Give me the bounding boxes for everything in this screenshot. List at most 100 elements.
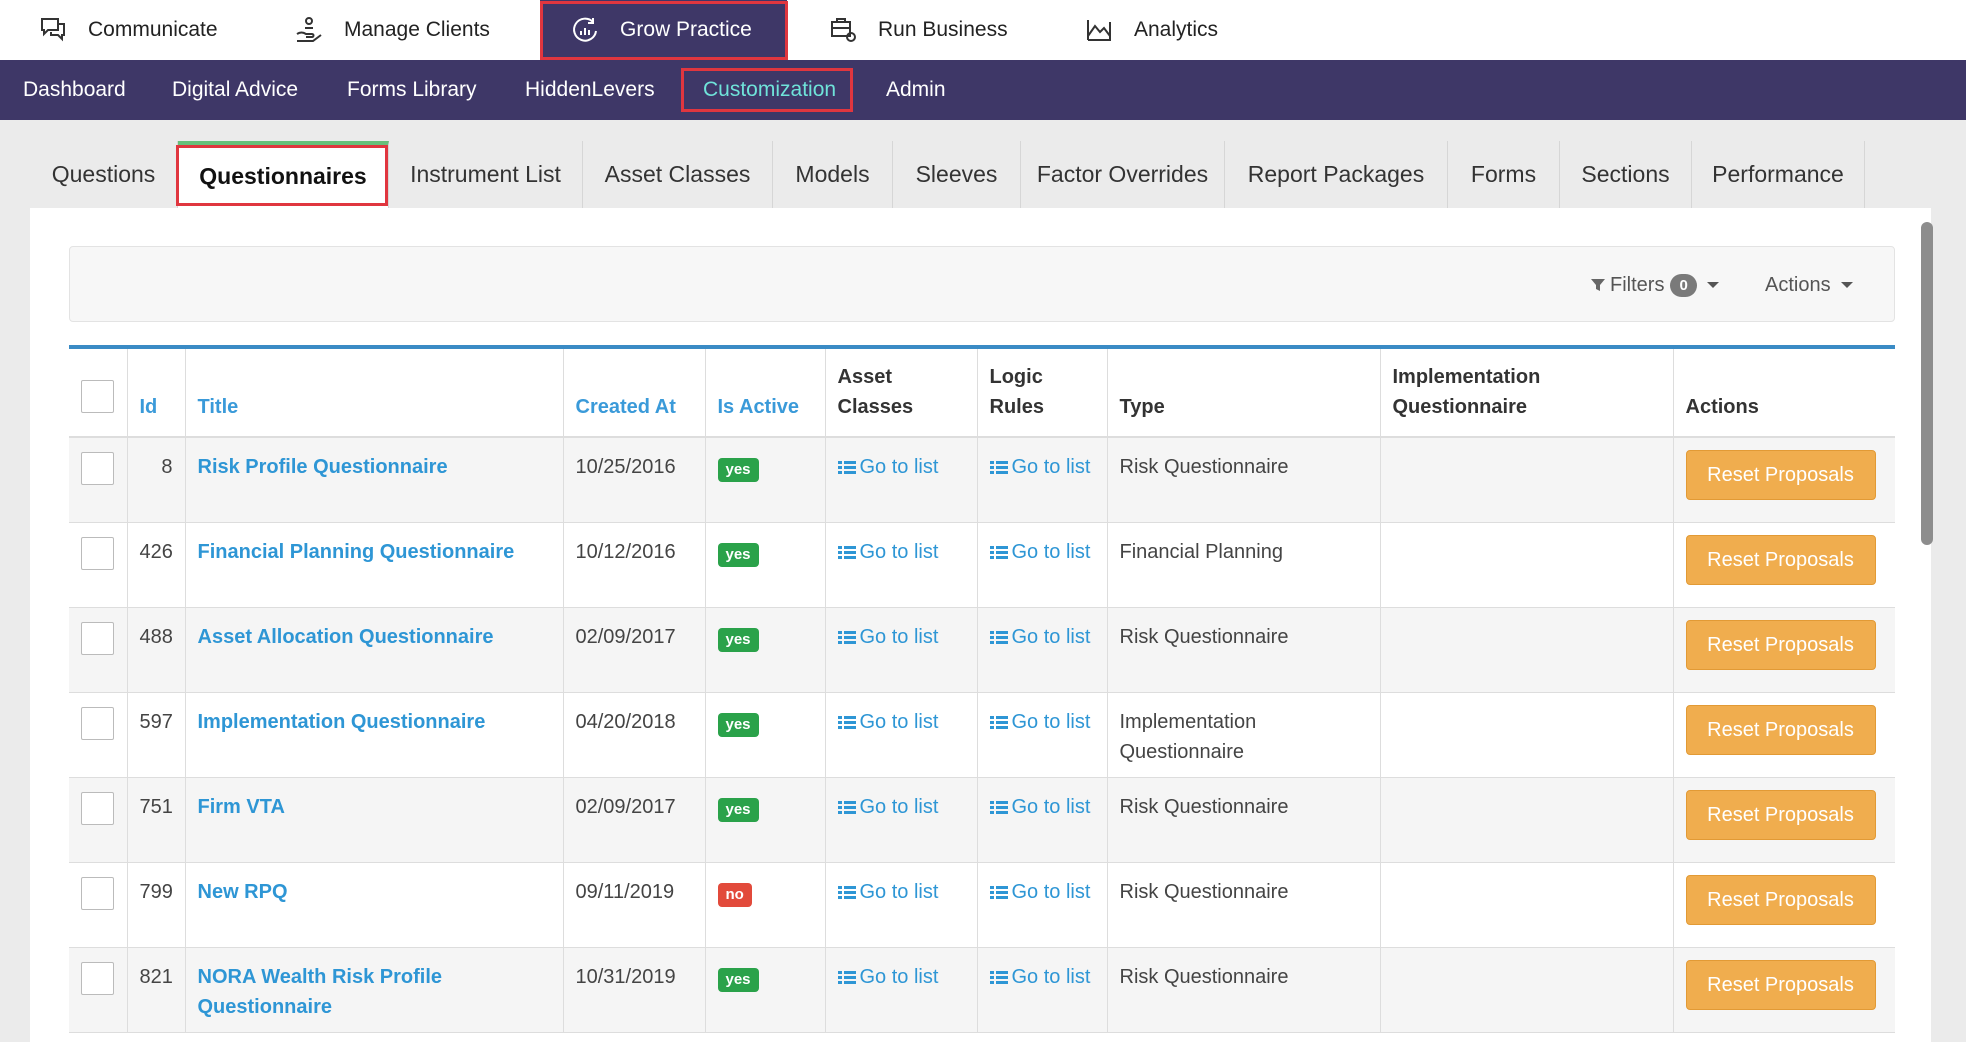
row-asset-classes-cell: Go to list	[825, 777, 978, 863]
row-logic-rules-cell: Go to list	[977, 777, 1108, 863]
top-nav-label: Communicate	[88, 18, 218, 41]
select-all-checkbox[interactable]	[81, 380, 114, 413]
asset-classes-go-to-list-link[interactable]: Go to list	[837, 456, 939, 478]
actions-dropdown[interactable]: Actions	[1765, 247, 1853, 323]
row-actions-cell: Reset Proposals	[1673, 947, 1895, 1033]
row-id: 8	[127, 437, 186, 523]
row-checkbox[interactable]	[81, 621, 114, 655]
select-all-header	[69, 349, 128, 438]
tab-instrument-list[interactable]: Instrument List	[389, 141, 583, 208]
tab-asset-classes[interactable]: Asset Classes	[583, 141, 773, 208]
tab-bar: Questions Questionnaires Instrument List…	[30, 141, 1931, 208]
reset-proposals-button[interactable]: Reset Proposals	[1685, 874, 1876, 925]
sub-nav-admin[interactable]: Admin	[886, 60, 946, 120]
row-logic-rules-cell: Go to list	[977, 522, 1108, 608]
logic-rules-go-to-list-link[interactable]: Go to list	[989, 881, 1090, 903]
questionnaire-title-link[interactable]: Risk Profile Questionnaire	[198, 456, 448, 478]
row-select-cell	[69, 522, 128, 608]
top-nav-analytics[interactable]: Analytics	[1084, 0, 1218, 60]
vertical-scrollbar[interactable]	[1921, 222, 1933, 545]
questionnaire-title-link[interactable]: Financial Planning Questionnaire	[198, 541, 515, 563]
sub-nav-dashboard[interactable]: Dashboard	[23, 60, 126, 120]
top-nav-communicate[interactable]: Communicate	[38, 0, 218, 60]
logic-rules-go-to-list-link[interactable]: Go to list	[989, 456, 1090, 478]
col-header-id[interactable]: Id	[127, 349, 186, 438]
row-checkbox[interactable]	[81, 876, 114, 910]
filters-button[interactable]: Filters 0	[1590, 247, 1719, 323]
top-nav-grow-practice[interactable]: Grow Practice	[540, 0, 787, 60]
tab-performance[interactable]: Performance	[1692, 141, 1865, 208]
go-to-list-label: Go to list	[859, 965, 939, 988]
reset-proposals-button[interactable]: Reset Proposals	[1685, 619, 1876, 670]
list-icon	[837, 455, 856, 485]
asset-classes-go-to-list-link[interactable]: Go to list	[837, 965, 939, 988]
sub-nav-customization[interactable]: Customization	[703, 60, 836, 120]
list-icon	[837, 965, 856, 995]
tab-factor-overrides[interactable]: Factor Overrides	[1021, 141, 1225, 208]
reset-proposals-button[interactable]: Reset Proposals	[1685, 789, 1876, 840]
sub-nav: Dashboard Digital Advice Forms Library H…	[0, 60, 1966, 120]
asset-classes-go-to-list-link[interactable]: Go to list	[837, 881, 938, 903]
logic-rules-go-to-list-link[interactable]: Go to list	[989, 966, 1090, 988]
sub-nav-hiddenlevers[interactable]: HiddenLevers	[525, 60, 655, 120]
logic-rules-go-to-list-link[interactable]: Go to list	[989, 796, 1090, 818]
list-icon	[837, 540, 856, 570]
top-nav-manage-clients[interactable]: Manage Clients	[294, 0, 490, 60]
tab-forms[interactable]: Forms	[1448, 141, 1560, 208]
row-actions-cell: Reset Proposals	[1673, 777, 1895, 863]
list-icon	[989, 965, 1008, 995]
tab-report-packages[interactable]: Report Packages	[1225, 141, 1448, 208]
row-implementation	[1380, 692, 1674, 778]
reset-proposals-button[interactable]: Reset Proposals	[1685, 959, 1876, 1010]
row-created-at: 02/09/2017	[563, 607, 706, 693]
row-logic-rules-cell: Go to list	[977, 692, 1108, 778]
go-to-list-label: Go to list	[1011, 625, 1091, 648]
row-asset-classes-cell: Go to list	[825, 522, 978, 608]
col-header-title[interactable]: Title	[185, 349, 564, 438]
reset-proposals-button[interactable]: Reset Proposals	[1685, 704, 1876, 755]
row-checkbox[interactable]	[81, 961, 114, 995]
col-header-is-active[interactable]: Is Active	[705, 349, 826, 438]
row-checkbox[interactable]	[81, 452, 114, 485]
questionnaire-title-link[interactable]: Firm VTA	[198, 796, 285, 818]
row-title-cell: Implementation Questionnaire	[185, 692, 564, 778]
filter-icon	[1590, 277, 1606, 293]
row-asset-classes-cell: Go to list	[825, 947, 978, 1033]
top-nav-run-business[interactable]: Run Business	[828, 0, 1008, 60]
asset-classes-go-to-list-link[interactable]: Go to list	[837, 711, 938, 733]
sub-nav-digital-advice[interactable]: Digital Advice	[172, 60, 298, 120]
logic-rules-go-to-list-link[interactable]: Go to list	[989, 711, 1090, 733]
asset-classes-go-to-list-link[interactable]: Go to list	[837, 540, 939, 563]
questionnaires-table: Id Title Created At Is Active Asset Clas…	[69, 345, 1895, 1042]
go-to-list-label: Go to list	[859, 540, 939, 563]
reset-proposals-button[interactable]: Reset Proposals	[1685, 450, 1876, 500]
status-badge: yes	[717, 797, 759, 822]
questionnaire-title-link[interactable]: New RPQ	[198, 881, 288, 903]
asset-classes-go-to-list-link[interactable]: Go to list	[837, 626, 938, 648]
sub-nav-forms-library[interactable]: Forms Library	[347, 60, 477, 120]
business-gear-icon	[828, 15, 858, 45]
tab-questions[interactable]: Questions	[30, 141, 178, 208]
go-to-list-label: Go to list	[859, 456, 939, 478]
tab-questionnaires[interactable]: Questionnaires	[178, 141, 389, 208]
row-implementation	[1380, 522, 1674, 608]
go-to-list-label: Go to list	[859, 795, 939, 818]
asset-classes-go-to-list-link[interactable]: Go to list	[837, 795, 939, 818]
row-type: Risk Questionnaire	[1107, 862, 1381, 948]
questionnaire-title-link[interactable]: Implementation Questionnaire	[198, 711, 486, 733]
tab-sections[interactable]: Sections	[1560, 141, 1692, 208]
col-header-created-at[interactable]: Created At	[563, 349, 706, 438]
row-checkbox[interactable]	[81, 706, 114, 740]
row-checkbox[interactable]	[81, 536, 114, 570]
tab-sleeves[interactable]: Sleeves	[893, 141, 1021, 208]
row-checkbox[interactable]	[81, 791, 114, 825]
logic-rules-go-to-list-link[interactable]: Go to list	[989, 625, 1091, 648]
row-select-cell	[69, 607, 128, 693]
logic-rules-go-to-list-link[interactable]: Go to list	[989, 541, 1090, 563]
tab-models[interactable]: Models	[773, 141, 893, 208]
reset-proposals-button[interactable]: Reset Proposals	[1685, 534, 1876, 585]
questionnaire-title-link[interactable]: NORA Wealth Risk Profile Questionnaire	[198, 966, 443, 1018]
row-id: 751	[127, 777, 186, 863]
mountain-chart-icon	[1084, 15, 1114, 45]
questionnaire-title-link[interactable]: Asset Allocation Questionnaire	[198, 626, 494, 648]
